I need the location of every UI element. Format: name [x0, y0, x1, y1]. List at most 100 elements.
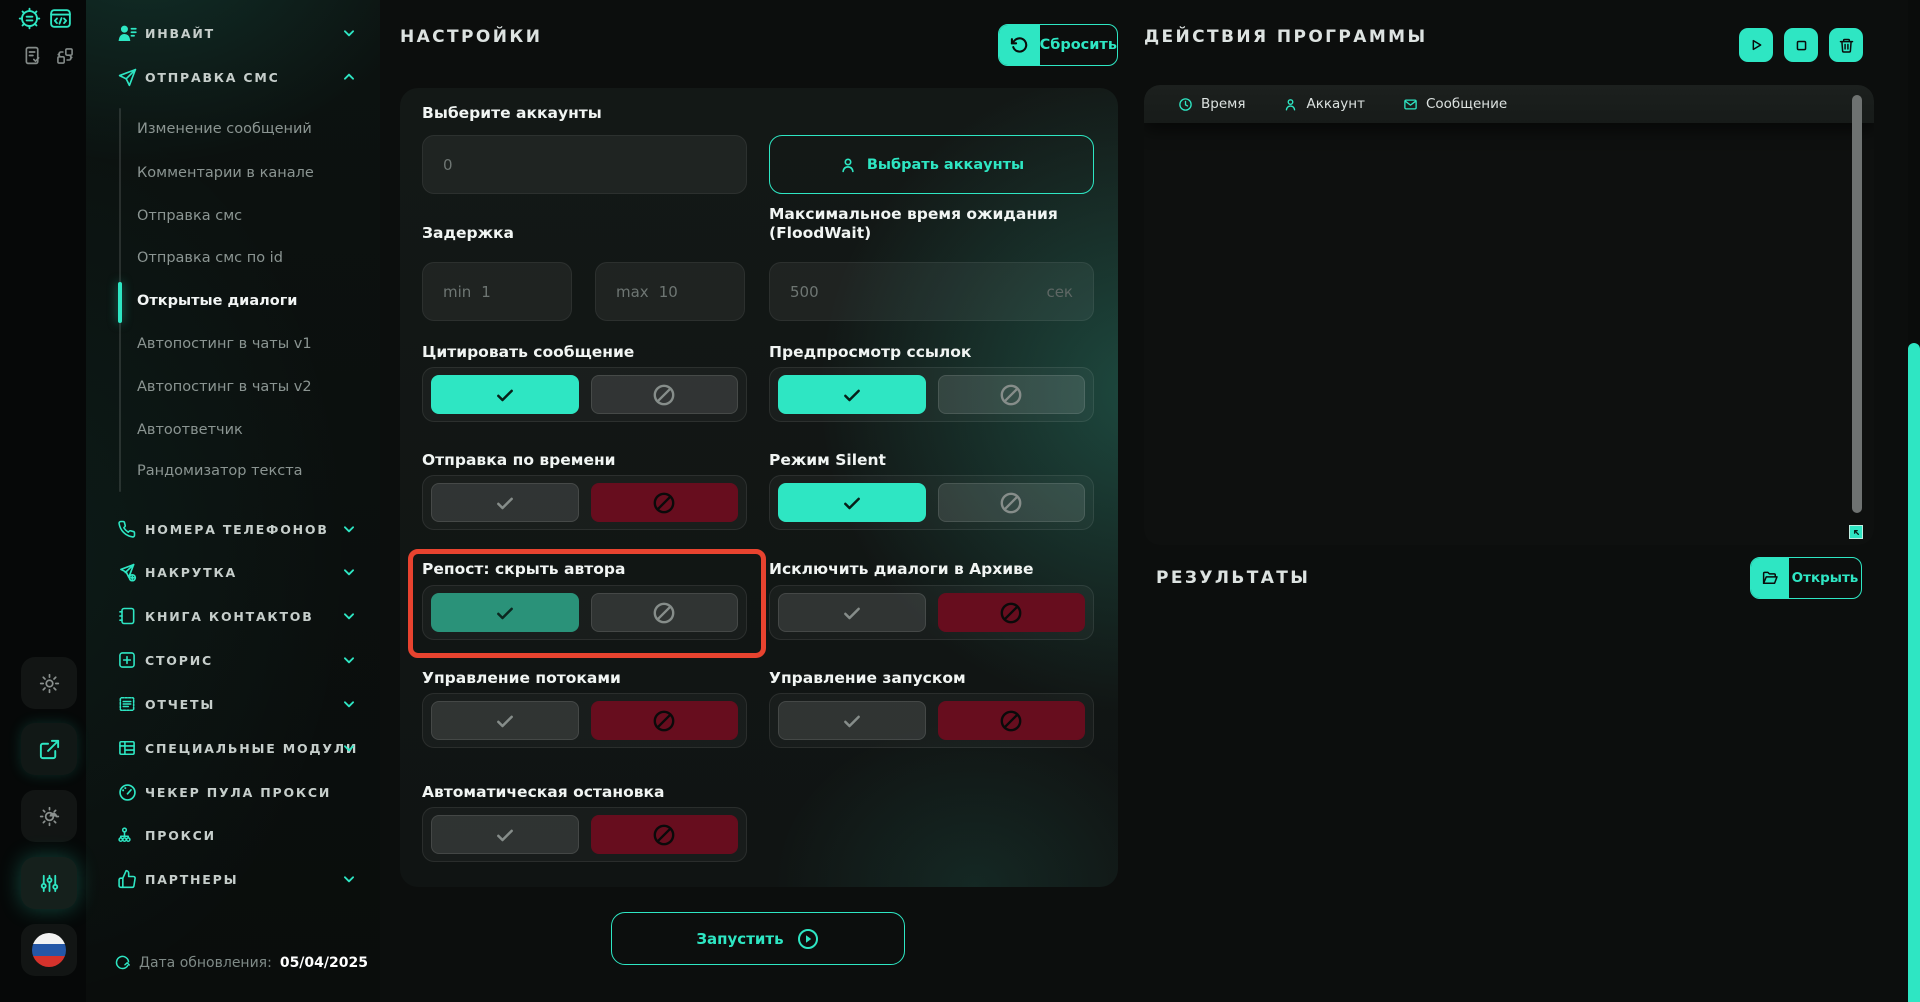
- sidebar-item-invite[interactable]: ИНВАЙТ: [86, 19, 380, 47]
- floodwait-label-line2: (FloodWait): [769, 224, 871, 242]
- toggle-no-button[interactable]: [938, 593, 1086, 632]
- submenu-item[interactable]: Автопостинг в чаты v2: [137, 374, 367, 400]
- floodwait-unit: сек: [1046, 283, 1073, 301]
- language-button[interactable]: [21, 924, 77, 976]
- toggle-yes-button[interactable]: [778, 483, 926, 522]
- sliders-button[interactable]: [21, 857, 77, 909]
- code-window-icon[interactable]: [48, 6, 73, 31]
- run-button-label: Запустить: [696, 930, 783, 948]
- submenu-item[interactable]: Изменение сообщений: [137, 116, 367, 142]
- toggle-label: Управление потоками: [422, 669, 621, 688]
- sidebar-item-label: ОТЧЕТЫ: [145, 697, 215, 712]
- update-date-value: 05/04/2025: [280, 955, 368, 971]
- brightness-button[interactable]: [21, 790, 77, 842]
- start-button[interactable]: [1739, 28, 1773, 62]
- sidebar-item-reports[interactable]: ОТЧЕТЫ: [86, 690, 380, 718]
- sidebar-item-label: ОТПРАВКА СМС: [145, 70, 280, 85]
- user-icon: [839, 156, 857, 174]
- toggle-yes-button[interactable]: [431, 593, 579, 632]
- toggle-yes-button[interactable]: [431, 375, 579, 414]
- choose-accounts-button[interactable]: Выбрать аккаунты: [769, 135, 1094, 194]
- paper-plane-icon: [116, 66, 138, 88]
- submenu-item[interactable]: Рандомизатор текста: [137, 458, 367, 484]
- delay-min-input[interactable]: min 1: [422, 262, 572, 321]
- accounts-count-input[interactable]: 0: [422, 135, 747, 194]
- submenu-item[interactable]: Комментарии в канале: [137, 160, 367, 186]
- submenu-item-active[interactable]: Открытые диалоги: [137, 288, 367, 314]
- toggle-no-button[interactable]: [591, 701, 739, 740]
- actions-title: ДЕЙСТВИЯ ПРОГРАММЫ: [1144, 27, 1427, 47]
- submenu-item-label: Отправка смс: [137, 208, 242, 224]
- phone-icon: [116, 518, 138, 540]
- delay-max-input[interactable]: max 10: [595, 262, 745, 321]
- paper-plane-plus-icon: [116, 561, 138, 583]
- delay-min-prefix: min: [443, 283, 471, 301]
- sidebar-item-stories[interactable]: СТОРИС: [86, 646, 380, 674]
- update-date-label: Дата обновления:: [139, 955, 272, 971]
- floodwait-input[interactable]: 500 сек: [769, 262, 1094, 321]
- accounts-label: Выберите аккаунты: [422, 104, 602, 123]
- toggle-silent-mode: [769, 475, 1094, 530]
- submenu-item[interactable]: Отправка смс по id: [137, 245, 367, 271]
- stop-icon: [1794, 38, 1809, 53]
- settings-title: НАСТРОЙКИ: [400, 27, 542, 47]
- toggle-no-button[interactable]: [938, 375, 1086, 414]
- toggle-yes-button[interactable]: [431, 815, 579, 854]
- submenu-item-label: Изменение сообщений: [137, 121, 312, 137]
- sidebar-item-boost[interactable]: НАКРУТКА: [86, 558, 380, 586]
- submenu-item[interactable]: Автопостинг в чаты v1: [137, 331, 367, 357]
- external-link-button[interactable]: [21, 723, 77, 775]
- swap-boxes-icon[interactable]: [55, 46, 75, 66]
- resize-grip[interactable]: [1849, 525, 1863, 539]
- toggle-no-button[interactable]: [938, 483, 1086, 522]
- sidebar-item-label: НАКРУТКА: [145, 565, 237, 580]
- open-results-button[interactable]: Открыть: [1750, 557, 1862, 599]
- sidebar-item-proxy-checker[interactable]: ЧЕКЕР ПУЛА ПРОКСИ: [86, 778, 380, 806]
- submenu-item[interactable]: Отправка смс: [137, 203, 367, 229]
- toggle-launch-control: [769, 693, 1094, 748]
- toggle-no-button[interactable]: [591, 483, 739, 522]
- clock-icon: [1178, 97, 1193, 112]
- toggle-no-button[interactable]: [938, 701, 1086, 740]
- toggle-quote-message: [422, 367, 747, 422]
- submenu-item[interactable]: Автоответчик: [137, 417, 367, 443]
- column-account-label: Аккаунт: [1306, 96, 1365, 112]
- sidebar-item-phone-numbers[interactable]: НОМЕРА ТЕЛЕФОНОВ: [86, 515, 380, 543]
- reset-button[interactable]: Сбросить: [998, 24, 1118, 66]
- page-scrollbar-thumb[interactable]: [1908, 343, 1920, 1002]
- toggle-timed-send: [422, 475, 747, 530]
- chevron-down-icon: [342, 609, 356, 623]
- sidebar-item-sms[interactable]: ОТПРАВКА СМС: [86, 63, 380, 91]
- table-scrollbar-thumb[interactable]: [1852, 95, 1862, 513]
- stop-button[interactable]: [1784, 28, 1818, 62]
- column-message-label: Сообщение: [1426, 96, 1507, 112]
- document-check-icon[interactable]: [22, 45, 43, 66]
- sidebar-item-contacts-book[interactable]: КНИГА КОНТАКТОВ: [86, 602, 380, 630]
- actions-table: Время Аккаунт Сообщение: [1144, 85, 1874, 545]
- toggle-yes-button[interactable]: [778, 375, 926, 414]
- toggle-yes-button[interactable]: [778, 593, 926, 632]
- toggle-no-button[interactable]: [591, 375, 739, 414]
- gear-badge-icon[interactable]: [17, 6, 42, 31]
- icon-rail: [0, 0, 86, 1002]
- delay-min-value: 1: [481, 283, 491, 301]
- sidebar-item-label: СТОРИС: [145, 653, 213, 668]
- settings-button[interactable]: [21, 657, 77, 709]
- sidebar-item-proxy[interactable]: ПРОКСИ: [86, 821, 380, 849]
- toggle-yes-button[interactable]: [431, 483, 579, 522]
- sidebar-item-partners[interactable]: ПАРТНЕРЫ: [86, 865, 380, 893]
- toggle-yes-button[interactable]: [431, 701, 579, 740]
- clear-button[interactable]: [1829, 28, 1863, 62]
- open-results-label: Открыть: [1789, 558, 1861, 598]
- sidebar-item-special-modules[interactable]: СПЕЦИАЛЬНЫЕ МОДУЛИ: [86, 734, 380, 762]
- delay-label: Задержка: [422, 224, 514, 243]
- floodwait-label-line1: Максимальное время ожидания: [769, 205, 1058, 223]
- toggle-thread-control: [422, 693, 747, 748]
- toggle-no-button[interactable]: [591, 815, 739, 854]
- toggle-yes-button[interactable]: [778, 701, 926, 740]
- network-tree-icon: [116, 824, 138, 846]
- refresh-icon[interactable]: [114, 954, 131, 971]
- sidebar-item-label: СПЕЦИАЛЬНЫЕ МОДУЛИ: [145, 741, 358, 756]
- run-button[interactable]: Запустить: [611, 912, 905, 965]
- toggle-no-button[interactable]: [591, 593, 739, 632]
